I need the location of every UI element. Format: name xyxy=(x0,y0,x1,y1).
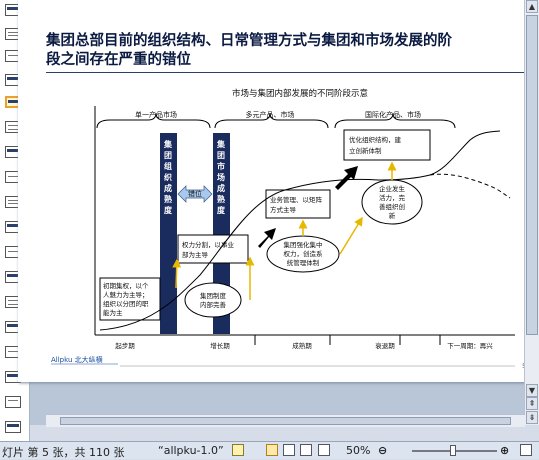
spell-check-icon[interactable] xyxy=(232,444,244,456)
svg-text:权力，创造系: 权力，创造系 xyxy=(284,249,324,258)
normal-view-icon[interactable] xyxy=(266,444,278,456)
svg-text:团: 团 xyxy=(164,151,172,160)
gap-label: 错位 xyxy=(188,189,202,198)
scroll-up-icon[interactable]: ▲ xyxy=(526,0,538,13)
svg-text:熟: 熟 xyxy=(217,194,225,204)
slide-sorter-icon[interactable] xyxy=(283,444,295,456)
diagram-title: 市场与集团内部发展的不同阶段示意 xyxy=(232,88,368,99)
vertical-scrollbar[interactable]: ▲ ▼ ⇞ ⇟ xyxy=(524,0,539,425)
lifecycle-curve-decline xyxy=(429,173,511,199)
fit-to-window-icon[interactable] xyxy=(520,444,532,456)
ellipse-control-text: 集团强化集中 权力，创造系 统管理体制 xyxy=(284,240,324,267)
svg-text:成: 成 xyxy=(164,183,172,193)
svg-text:活力，完: 活力，完 xyxy=(379,193,406,202)
svg-text:团: 团 xyxy=(217,151,225,160)
zoom-level[interactable]: 50% xyxy=(346,444,370,457)
svg-text:组: 组 xyxy=(164,161,172,171)
allpku-logo-text: Allpku 北大纵横 xyxy=(51,355,103,364)
svg-text:集团制度: 集团制度 xyxy=(200,291,227,300)
phase-label: 起步期 xyxy=(115,342,135,350)
stage-diagram: 市场与集团内部发展的不同阶段示意 单一产品市场 多元产品、市场 国际化产品、市场… xyxy=(51,88,526,370)
reading-view-icon[interactable] xyxy=(300,444,312,456)
svg-text:权力分割，以事业: 权力分割，以事业 xyxy=(182,240,235,249)
scroll-down-icon[interactable]: ▼ xyxy=(526,384,538,397)
ellipse-system-improve xyxy=(184,282,242,318)
svg-text:善组织创: 善组织创 xyxy=(379,202,405,211)
h-scroll-thumb[interactable] xyxy=(60,417,511,425)
theme-name: “allpku-1.0” xyxy=(158,444,224,457)
svg-text:初期集权，以个: 初期集权，以个 xyxy=(103,281,149,290)
market-stage-label: 多元产品、市场 xyxy=(246,110,295,119)
bar2-text: 集 团 市 场 成 熟 度 xyxy=(216,139,226,215)
svg-text:业务管理、以矩阵: 业务管理、以矩阵 xyxy=(270,195,323,204)
svg-text:统管理体制: 统管理体制 xyxy=(287,258,320,267)
svg-text:织: 织 xyxy=(164,172,172,182)
svg-text:度: 度 xyxy=(164,205,173,215)
svg-text:集: 集 xyxy=(163,139,173,149)
market-stage-label: 单一产品市场 xyxy=(135,110,177,119)
svg-text:新: 新 xyxy=(389,211,396,220)
horizontal-scrollbar[interactable] xyxy=(46,414,525,427)
svg-text:集团强化集中: 集团强化集中 xyxy=(284,240,323,249)
svg-text:立创新体制: 立创新体制 xyxy=(349,146,382,155)
svg-text:优化组织结构，建: 优化组织结构，建 xyxy=(349,135,402,144)
svg-text:组织以分团的职: 组织以分团的职 xyxy=(103,299,149,308)
zoom-slider-handle[interactable] xyxy=(450,445,456,456)
slideshow-icon[interactable] xyxy=(318,444,330,456)
status-bar: 灯片 第 5 张，共 110 张 “allpku-1.0” 50% ⊖ ⊕ xyxy=(0,441,539,459)
arrow-up xyxy=(172,258,182,289)
phase-label: 下一周期：再兴 xyxy=(447,341,493,350)
box-optimize-structure xyxy=(343,129,431,161)
bar1-text: 集 团 组 织 成 熟 度 xyxy=(163,139,173,215)
zoom-out-icon[interactable]: ⊖ xyxy=(378,444,387,457)
svg-text:部为主导: 部为主导 xyxy=(182,250,209,259)
svg-text:集: 集 xyxy=(216,139,226,149)
svg-text:市: 市 xyxy=(217,161,225,171)
market-stage-label: 国际化产品、市场 xyxy=(365,110,421,119)
phase-label: 衰退期 xyxy=(375,341,395,350)
block-arrow xyxy=(335,166,358,190)
svg-text:企业发生: 企业发生 xyxy=(379,184,406,193)
arrow-diagonal xyxy=(339,216,363,255)
svg-text:场: 场 xyxy=(217,172,225,182)
prev-slide-icon[interactable]: ⇞ xyxy=(526,397,538,410)
svg-text:度: 度 xyxy=(217,205,226,215)
next-slide-icon[interactable]: ⇟ xyxy=(526,411,538,424)
svg-text:成: 成 xyxy=(217,183,225,193)
svg-text:人魅力为主导；: 人魅力为主导； xyxy=(103,290,149,299)
phase-label: 成熟期 xyxy=(292,341,312,350)
scroll-thumb[interactable] xyxy=(526,15,538,335)
svg-text:熟: 熟 xyxy=(164,194,172,204)
svg-text:内部完善: 内部完善 xyxy=(200,300,227,309)
svg-text:能为主: 能为主 xyxy=(103,308,123,317)
zoom-in-icon[interactable]: ⊕ xyxy=(500,444,509,457)
svg-text:方式主导: 方式主导 xyxy=(270,205,297,214)
phase-label: 增长期 xyxy=(210,341,230,350)
